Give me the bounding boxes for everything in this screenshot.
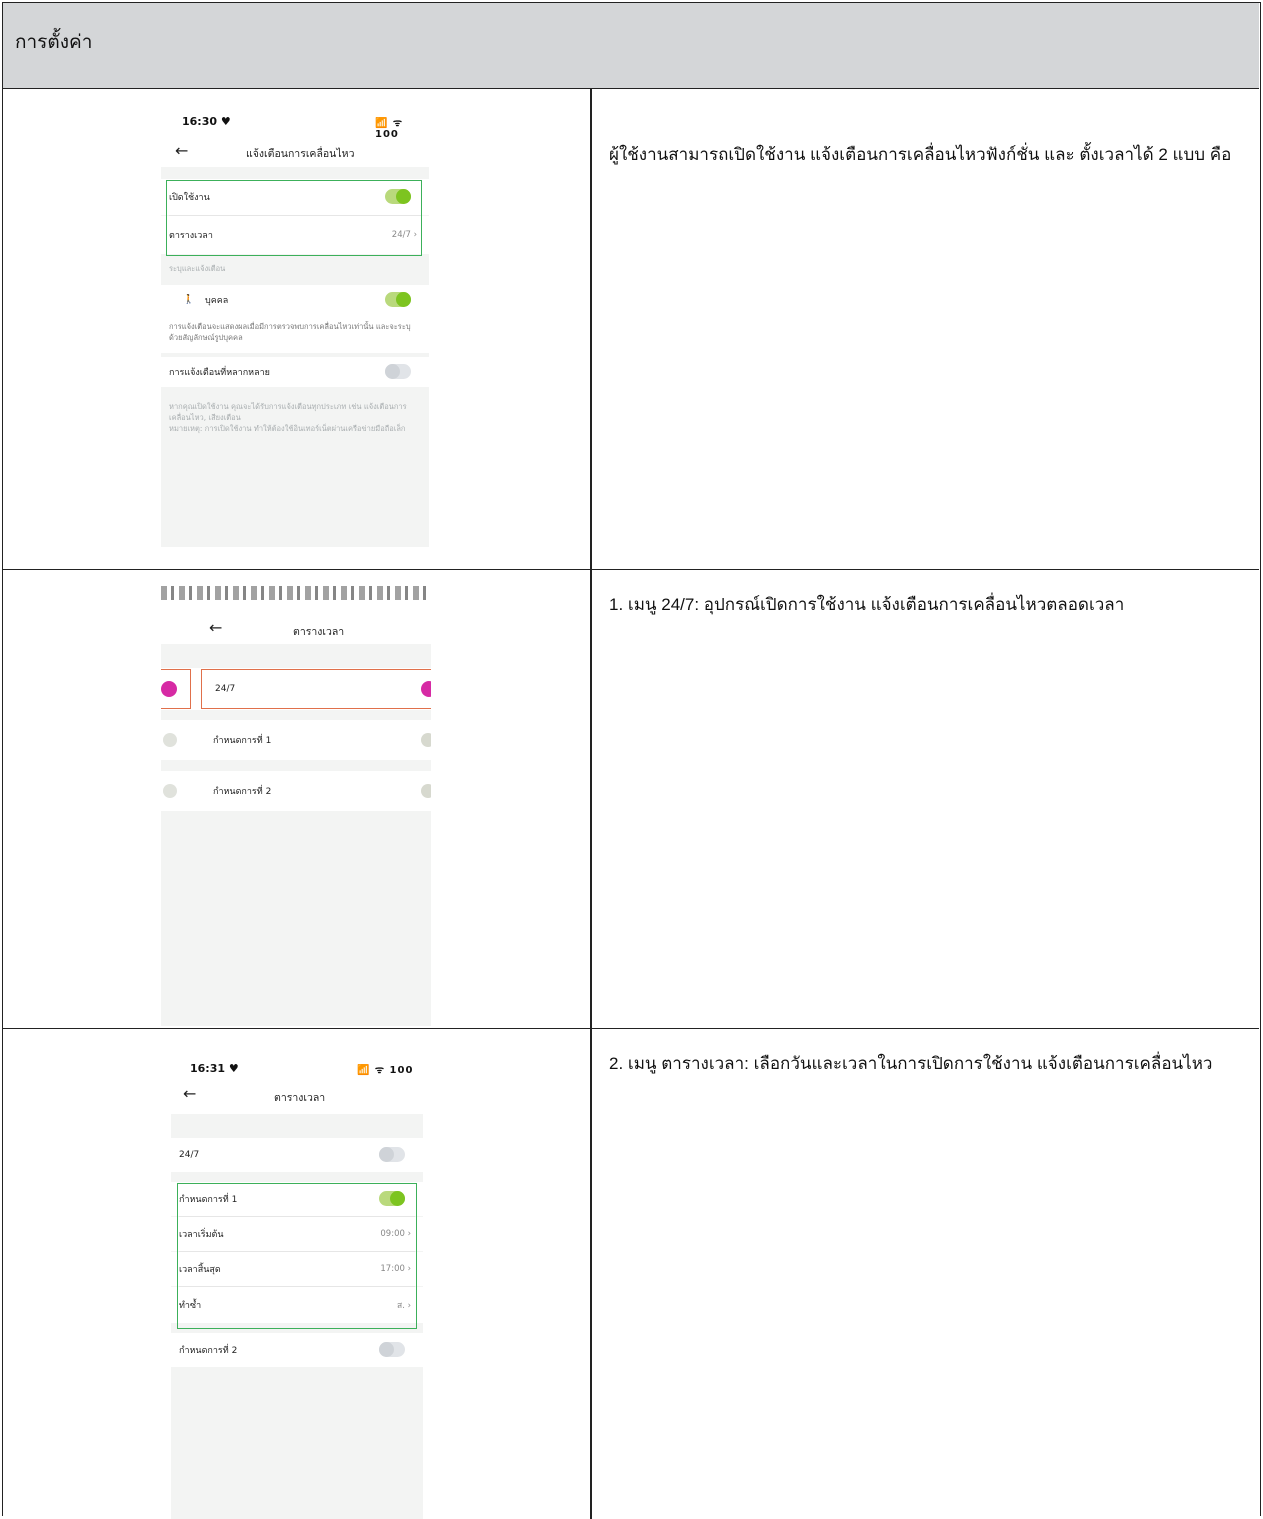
highlight-box xyxy=(201,669,431,709)
distorted-status-bar xyxy=(161,586,431,600)
multi-row[interactable]: การแจ้งเตือนที่หลากหลาย xyxy=(161,357,429,387)
always-row[interactable]: 24/7 xyxy=(171,1138,423,1172)
table-row-2: ← ตารางเวลา 24/7 กำหนดการที่ 1 กำหนดการท… xyxy=(3,570,1259,1029)
plan2-row[interactable]: กำหนดการที่ 2 xyxy=(161,771,431,811)
highlight-box xyxy=(177,1183,417,1329)
person-toggle[interactable] xyxy=(385,292,411,307)
person-note: การแจ้งเตือนจะแสดงผลเมื่อมีการตรวจพบการเ… xyxy=(169,322,411,342)
section-label: ระบุและแจ้งเตือน xyxy=(169,264,226,273)
person-icon: 🚶 xyxy=(183,295,195,305)
phone-screenshot-motion-alert: 16:30 ♥ 📶 ᯤ 100 ← แจ้งเตือนการเคลื่อนไหว… xyxy=(161,89,429,547)
row-description: ผู้ใช้งานสามารถเปิดใช้งาน แจ้งเตือนการเค… xyxy=(609,145,1232,164)
highlight-box-left xyxy=(161,669,191,709)
highlight-box xyxy=(166,180,422,256)
person-note-block: การแจ้งเตือนจะแสดงผลเมื่อมีการตรวจพบการเ… xyxy=(161,315,429,353)
multi-note-3: หมายเหตุ: การเปิดใช้งาน ทำให้ต้องใช้อินเ… xyxy=(169,424,406,433)
plan1-row[interactable]: กำหนดการที่ 1 xyxy=(161,720,431,760)
status-time: 16:31 ♥ xyxy=(190,1062,239,1075)
back-arrow-icon[interactable]: ← xyxy=(183,1084,196,1103)
screen-title: แจ้งเตือนการเคลื่อนไหว xyxy=(246,148,355,160)
back-arrow-icon[interactable]: ← xyxy=(209,618,222,637)
column-divider xyxy=(590,1029,592,1519)
screen-title: ตารางเวลา xyxy=(293,626,345,638)
phone-screenshot-schedule-247: ← ตารางเวลา 24/7 กำหนดการที่ 1 กำหนดการท… xyxy=(161,570,431,1026)
multi-note-1: หากคุณเปิดใช้งาน คุณจะได้รับการแจ้งเตือน… xyxy=(169,402,407,411)
plan1-toggle[interactable] xyxy=(421,733,431,747)
screen-title: ตารางเวลา xyxy=(274,1092,326,1104)
status-icons: 📶 ᯤ 100 xyxy=(357,1065,414,1076)
plan2-toggle[interactable] xyxy=(379,1342,405,1357)
plan2-label: กำหนดการที่ 2 xyxy=(179,1346,238,1356)
multi-note-2: เคลื่อนไหว, เสียงเตือน xyxy=(169,413,241,422)
plan2-toggle[interactable] xyxy=(421,784,431,798)
status-time: 16:30 ♥ xyxy=(182,115,231,128)
column-divider xyxy=(590,89,592,569)
table-row-3: 16:31 ♥ 📶 ᯤ 100 ← ตารางเวลา 24/7 กำหนดกา… xyxy=(3,1029,1259,1519)
plan2-row[interactable]: กำหนดการที่ 2 xyxy=(171,1333,423,1367)
back-arrow-icon[interactable]: ← xyxy=(175,141,188,160)
row-description: 1. เมนู 24/7: อุปกรณ์เปิดการใช้งาน แจ้งเ… xyxy=(609,595,1125,614)
person-label: บุคคล xyxy=(205,296,229,306)
table-header: การตั้งค่า xyxy=(3,3,1259,89)
always-toggle[interactable] xyxy=(379,1147,405,1162)
toggle-knob-left xyxy=(163,784,177,798)
header-title: การตั้งค่า xyxy=(15,32,93,53)
settings-table: การตั้งค่า 16:30 ♥ 📶 ᯤ 100 ← แจ้งเตือนกา… xyxy=(2,2,1261,1519)
multi-label: การแจ้งเตือนที่หลากหลาย xyxy=(169,368,270,378)
always-label: 24/7 xyxy=(179,1150,200,1160)
plan1-label: กำหนดการที่ 1 xyxy=(213,736,272,746)
column-divider xyxy=(590,570,592,1028)
status-icons: 📶 ᯤ 100 xyxy=(375,118,404,140)
toggle-knob-left xyxy=(163,733,177,747)
phone-screenshot-schedule-custom: 16:31 ♥ 📶 ᯤ 100 ← ตารางเวลา 24/7 กำหนดกา… xyxy=(171,1029,423,1519)
table-row-1: 16:30 ♥ 📶 ᯤ 100 ← แจ้งเตือนการเคลื่อนไหว… xyxy=(3,89,1259,570)
row-description: 2. เมนู ตารางเวลา: เลือกวันและเวลาในการเ… xyxy=(609,1054,1213,1073)
plan2-label: กำหนดการที่ 2 xyxy=(213,787,272,797)
person-row[interactable]: 🚶 บุคคล xyxy=(161,285,429,315)
multi-toggle[interactable] xyxy=(385,364,411,379)
